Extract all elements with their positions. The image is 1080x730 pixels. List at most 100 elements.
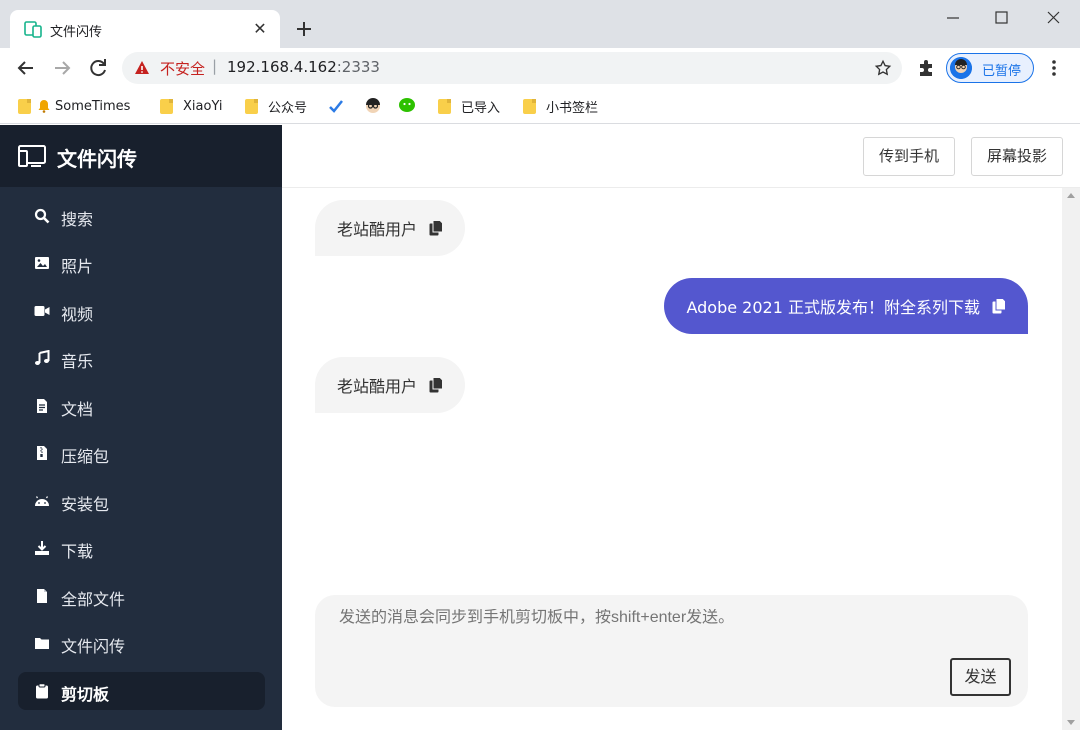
sidebar-item-archives[interactable]: 压缩包 <box>18 434 265 472</box>
folder-icon <box>18 98 31 114</box>
sidebar-item-downloads[interactable]: 下载 <box>18 529 265 567</box>
sidebar-item-videos[interactable]: 视频 <box>18 292 265 330</box>
avatar-icon <box>950 57 972 79</box>
sidebar: 文件闪传 搜索 照片 视频 音乐 文档 压缩包 安装包 下载 全部文件 文件闪传… <box>0 125 282 730</box>
folder-icon <box>35 638 49 649</box>
tab-title: 文件闪传 <box>50 25 103 40</box>
checkmark-icon <box>329 100 343 113</box>
screen-cast-button[interactable]: 屏幕投影 <box>971 137 1063 176</box>
folder-icon <box>160 98 173 114</box>
extensions-icon[interactable] <box>916 58 936 78</box>
tab-close-icon[interactable]: ✕ <box>250 19 270 39</box>
copy-icon[interactable] <box>992 298 1006 314</box>
bookmark-small-bar[interactable]: 小书签栏 <box>523 96 598 116</box>
address-bar[interactable]: 不安全 | 192.168.4.162:2333 <box>122 52 902 84</box>
avatar-icon <box>366 98 380 113</box>
url-separator: | <box>212 57 218 75</box>
bookmark-label: 小书签栏 <box>546 100 599 116</box>
clipboard-icon <box>36 683 48 699</box>
scrollbar[interactable] <box>1062 188 1080 730</box>
profile-label: 已暂停 <box>982 64 1022 79</box>
bookmark-label: 公众号 <box>268 100 308 116</box>
sidebar-item-label: 文件闪传 <box>61 637 126 656</box>
url-port: :2333 <box>336 58 380 76</box>
url-text[interactable]: 192.168.4.162:2333 <box>227 58 380 76</box>
message-text: 老站酷用户 <box>337 220 418 239</box>
message-composer: 发送 <box>315 595 1028 707</box>
sidebar-item-label: 全部文件 <box>61 590 126 609</box>
avatar <box>950 57 972 79</box>
bookmark-imported[interactable]: 已导入 <box>438 96 500 116</box>
sidebar-item-label: 视频 <box>61 305 94 324</box>
bookmark-gongzhonghao[interactable]: 公众号 <box>245 96 307 116</box>
music-icon <box>35 350 50 365</box>
back-icon[interactable] <box>14 56 38 80</box>
sidebar-item-all-files[interactable]: 全部文件 <box>18 577 265 615</box>
profile-button[interactable]: 已暂停 <box>946 53 1034 83</box>
sidebar-item-label: 剪切板 <box>61 685 110 704</box>
sidebar-item-music[interactable]: 音乐 <box>18 339 265 377</box>
url-host: 192.168.4.162 <box>227 58 337 76</box>
minimize-icon[interactable] <box>930 6 976 30</box>
video-icon <box>34 306 50 316</box>
sidebar-item-photos[interactable]: 照片 <box>18 244 265 282</box>
folder-icon <box>438 98 451 114</box>
bookmark-wechat[interactable] <box>399 96 419 116</box>
reload-icon[interactable] <box>86 56 110 80</box>
bookmark-avatar[interactable] <box>364 96 382 116</box>
message-text: Adobe 2021 正式版发布！附全系列下载 <box>686 298 980 317</box>
scroll-up-arrow-icon[interactable] <box>1067 193 1075 198</box>
message-bubble[interactable]: 老站酷用户 <box>315 357 466 413</box>
new-tab-icon[interactable] <box>292 17 316 41</box>
devices-icon <box>18 145 46 167</box>
sidebar-header: 文件闪传 <box>0 125 282 187</box>
bookmark-xiaoyi[interactable]: XiaoYi <box>160 96 223 116</box>
browser-tab-strip: 文件闪传 ✕ <box>0 0 1080 48</box>
sidebar-item-documents[interactable]: 文档 <box>18 387 265 425</box>
message-bubble[interactable]: 老站酷用户 <box>315 200 466 256</box>
send-button[interactable]: 发送 <box>950 658 1011 696</box>
bookmark-sometimes[interactable]: SomeTimes <box>18 96 130 116</box>
sidebar-item-label: 压缩包 <box>61 447 110 466</box>
forward-icon[interactable] <box>50 56 74 80</box>
app-title: 文件闪传 <box>57 147 137 171</box>
folder-icon <box>523 98 536 114</box>
image-icon <box>35 257 49 269</box>
bookmark-star-icon[interactable] <box>874 59 892 77</box>
bookmark-label: 已导入 <box>461 100 501 116</box>
insecure-label[interactable]: 不安全 <box>160 58 205 79</box>
send-to-phone-button[interactable]: 传到手机 <box>863 137 955 176</box>
file-icon <box>37 589 47 603</box>
bell-icon <box>38 100 50 113</box>
bookmarks-bar: SomeTimes XiaoYi 公众号 已导入 小书签栏 <box>0 88 1080 124</box>
android-icon <box>35 496 49 506</box>
sidebar-item-search[interactable]: 搜索 <box>18 197 265 235</box>
document-icon <box>37 399 47 413</box>
sidebar-item-clipboard[interactable]: 剪切板 <box>18 672 265 710</box>
message-input[interactable] <box>339 609 989 627</box>
bookmark-check[interactable] <box>328 96 344 116</box>
more-menu-icon[interactable] <box>1046 58 1062 78</box>
top-action-bar: 传到手机 屏幕投影 <box>282 125 1080 188</box>
archive-icon <box>37 446 47 460</box>
maximize-icon[interactable] <box>978 6 1024 30</box>
sidebar-item-packages[interactable]: 安装包 <box>18 482 265 520</box>
download-icon <box>35 541 49 555</box>
sidebar-item-label: 下载 <box>61 542 94 561</box>
bookmark-label: XiaoYi <box>183 98 223 114</box>
sidebar-item-label: 音乐 <box>61 352 94 371</box>
browser-tab[interactable]: 文件闪传 ✕ <box>10 10 280 48</box>
message-text: 老站酷用户 <box>337 377 418 396</box>
devices-icon <box>24 21 42 38</box>
folder-icon <box>245 98 258 114</box>
scroll-down-arrow-icon[interactable] <box>1067 720 1075 725</box>
copy-icon[interactable] <box>429 377 444 393</box>
sidebar-item-label: 安装包 <box>61 495 110 514</box>
sidebar-item-label: 照片 <box>61 257 94 276</box>
wechat-icon <box>399 98 415 112</box>
sidebar-item-flash-transfer[interactable]: 文件闪传 <box>18 624 265 662</box>
message-bubble-self[interactable]: Adobe 2021 正式版发布！附全系列下载 <box>664 278 1028 334</box>
window-close-icon[interactable] <box>1030 6 1076 30</box>
app: 文件闪传 搜索 照片 视频 音乐 文档 压缩包 安装包 下载 全部文件 文件闪传… <box>0 125 1080 730</box>
copy-icon[interactable] <box>429 220 444 236</box>
